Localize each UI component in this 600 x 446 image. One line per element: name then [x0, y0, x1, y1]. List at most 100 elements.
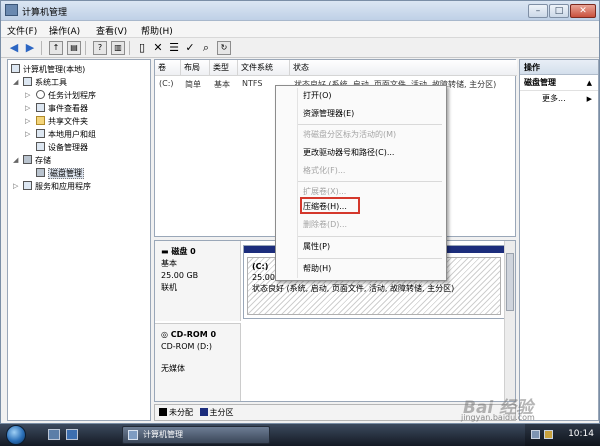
close-button[interactable]: ✕ — [570, 4, 596, 18]
navigation-tree: 计算机管理(本地) ◢ 系统工具 ▷ 任务计划程序 ▷ 事件查看器 ▷ 共享文件… — [7, 59, 151, 421]
watermark-url: jingyan.baidu.com — [461, 413, 535, 422]
scrollbar-thumb[interactable] — [506, 253, 514, 311]
title-bar: 计算机管理 – □ ✕ — [1, 1, 599, 21]
refresh-icon[interactable]: ↻ — [217, 41, 231, 55]
action-section-disk-management[interactable]: 磁盘管理 ▲ — [520, 75, 598, 91]
computer-icon — [11, 64, 20, 73]
disk-pane-scrollbar[interactable] — [504, 241, 515, 401]
menu-file[interactable]: 文件(F) — [7, 24, 37, 37]
collapse-icon[interactable]: ◢ — [13, 78, 18, 86]
delete-icon[interactable]: ✕ — [151, 41, 165, 55]
ie-icon[interactable] — [66, 429, 78, 440]
menu-item-open[interactable]: 打开(O) — [303, 90, 332, 102]
menu-help[interactable]: 帮助(H) — [141, 24, 173, 37]
menu-bar: 文件(F) 操作(A) 查看(V) 帮助(H) — [1, 21, 599, 38]
tree-item-storage[interactable]: 存储 — [23, 155, 51, 167]
tree-item-system-tools[interactable]: 系统工具 — [23, 77, 67, 89]
expand-icon[interactable]: ▷ — [13, 182, 18, 190]
tree-item-task-scheduler[interactable]: 任务计划程序 — [36, 90, 96, 102]
computer-management-icon — [128, 430, 138, 440]
disk-icon: ▬ — [161, 247, 172, 256]
minimize-button[interactable]: – — [528, 4, 548, 18]
expand-icon[interactable]: ▷ — [25, 117, 30, 125]
menu-action[interactable]: 操作(A) — [49, 24, 80, 37]
collapse-arrow-icon[interactable]: ▲ — [587, 75, 592, 91]
properties-icon[interactable]: ☰ — [167, 41, 181, 55]
tree-item-root[interactable]: 计算机管理(本地) — [11, 64, 85, 76]
menu-separator — [298, 236, 442, 237]
tree-item-shared-folders[interactable]: 共享文件夹 — [36, 116, 88, 128]
column-header-volume[interactable]: 卷 — [155, 60, 181, 76]
show-hide-action-pane-icon[interactable]: ▥ — [111, 41, 125, 55]
column-header-type[interactable]: 类型 — [210, 60, 238, 76]
magnify-icon[interactable]: ⌕ — [199, 41, 213, 55]
menu-item-delete-volume: 删除卷(D)... — [303, 220, 348, 229]
toolbar-separator — [41, 41, 42, 55]
volume-type: 基本 — [214, 80, 230, 89]
show-desktop-icon[interactable] — [48, 429, 60, 440]
cdrom-0-drive: CD-ROM (D:) — [161, 342, 213, 351]
legend-primary: 主分区 — [209, 408, 234, 417]
expand-icon[interactable]: ▷ — [25, 104, 30, 112]
check-icon[interactable]: ✓ — [183, 41, 197, 55]
cdrom-0-media: 无媒体 — [161, 364, 185, 373]
forward-icon[interactable]: ▶ — [23, 41, 37, 55]
tree-item-services-apps[interactable]: 服务和应用程序 — [23, 181, 91, 193]
column-header-filesystem[interactable]: 文件系统 — [238, 60, 290, 76]
tree-item-disk-management[interactable]: 磁盘管理 — [36, 168, 84, 180]
menu-item-properties[interactable]: 属性(P) — [303, 241, 330, 253]
volume-icon[interactable] — [544, 430, 553, 439]
menu-item-change-drive-letter[interactable]: 更改驱动器号和路径(C)... — [303, 147, 394, 159]
action-more[interactable]: 更多... ▶ — [520, 91, 598, 107]
volume-name[interactable]: (C:) — [159, 79, 174, 88]
start-button[interactable] — [6, 425, 26, 445]
volume-filesystem: NTFS — [242, 79, 263, 88]
toolbar-separator — [129, 41, 130, 55]
disk-0-state: 联机 — [161, 283, 177, 292]
context-menu: 打开(O) 资源管理器(E) 将磁盘分区标为活动的(M) 更改驱动器号和路径(C… — [275, 85, 447, 281]
folder-icon — [36, 116, 45, 125]
cdrom-0-name: ◎ CD-ROM 0 — [161, 330, 217, 339]
menu-item-help[interactable]: 帮助(H) — [303, 263, 331, 275]
menu-gutter — [297, 88, 298, 278]
storage-icon — [23, 155, 32, 164]
unallocated-swatch — [159, 408, 167, 416]
menu-separator — [298, 258, 442, 259]
device-manager-icon — [36, 142, 45, 151]
back-icon[interactable]: ◀ — [7, 41, 21, 55]
expand-icon[interactable]: ▷ — [25, 130, 30, 138]
clock[interactable]: 10:14 — [568, 429, 594, 439]
show-hide-tree-icon[interactable]: ▤ — [67, 41, 81, 55]
network-icon[interactable] — [531, 430, 540, 439]
collapse-icon[interactable]: ◢ — [13, 156, 18, 164]
help-icon[interactable]: ? — [93, 41, 107, 55]
menu-item-explorer[interactable]: 资源管理器(E) — [303, 108, 354, 120]
submenu-arrow-icon: ▶ — [586, 95, 592, 103]
users-icon — [36, 129, 45, 138]
disk-0-size: 25.00 GB — [161, 271, 199, 280]
shrink-volume-highlight — [300, 197, 360, 214]
tools-icon — [23, 77, 32, 86]
up-folder-icon[interactable]: ↑ — [49, 41, 63, 55]
volume-layout: 简单 — [185, 80, 201, 89]
tree-item-local-users[interactable]: 本地用户和组 — [36, 129, 96, 141]
taskbar-button-computer-management[interactable]: 计算机管理 — [122, 426, 270, 444]
primary-partition-swatch — [199, 408, 208, 416]
legend-unallocated: 未分配 — [169, 408, 193, 417]
menu-item-mark-active: 将磁盘分区标为活动的(M) — [303, 130, 397, 139]
disk-0-name: ▬ 磁盘 0 — [161, 247, 196, 256]
action-pane-header: 操作 — [520, 60, 598, 75]
new-icon[interactable]: ▯ — [135, 41, 149, 55]
menu-separator — [298, 181, 442, 182]
cdrom-0-info[interactable]: ◎ CD-ROM 0 CD-ROM (D:) 无媒体 — [155, 323, 241, 401]
column-header-layout[interactable]: 布局 — [181, 60, 210, 76]
menu-item-format: 格式化(F)... — [303, 166, 346, 175]
column-header-status[interactable]: 状态 — [290, 60, 517, 76]
maximize-button[interactable]: □ — [549, 4, 569, 18]
tree-item-event-viewer[interactable]: 事件查看器 — [36, 103, 88, 115]
disk-icon — [36, 168, 45, 177]
tree-item-device-manager[interactable]: 设备管理器 — [36, 142, 88, 154]
expand-icon[interactable]: ▷ — [25, 91, 30, 99]
menu-view[interactable]: 查看(V) — [96, 24, 127, 37]
disk-0-info[interactable]: ▬ 磁盘 0 基本 25.00 GB 联机 — [155, 241, 241, 321]
